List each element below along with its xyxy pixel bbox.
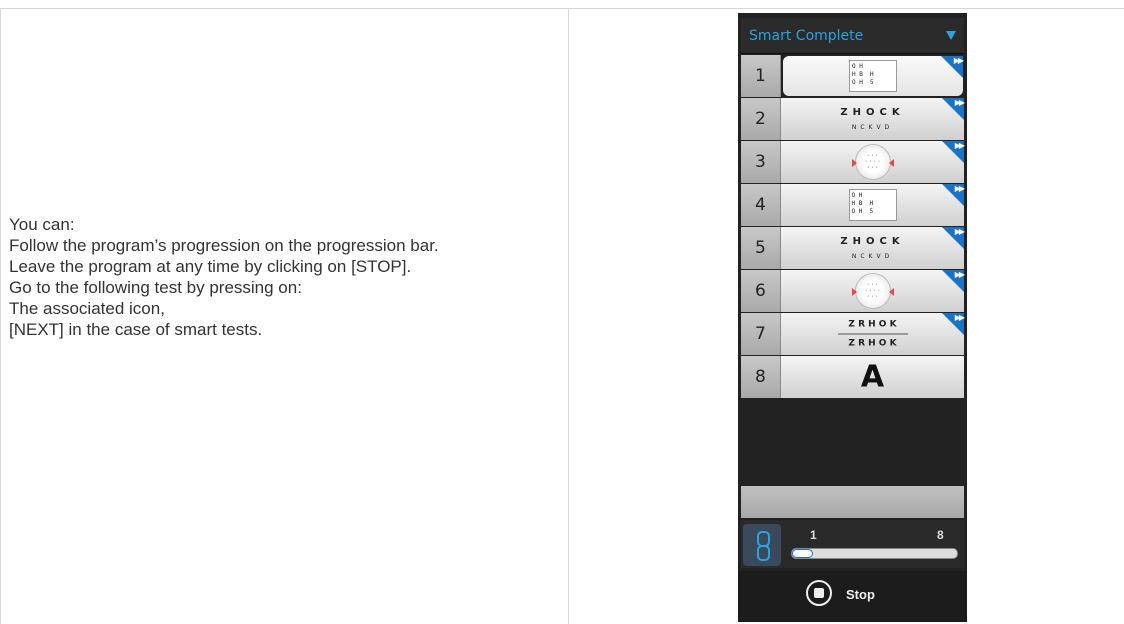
sub-list-item: The associated icon, — [9, 298, 559, 319]
sub-list-item: [NEXT] in the case of smart tests. — [9, 319, 559, 340]
test-number: 3 — [741, 141, 781, 183]
program-selector[interactable]: Smart Complete — [741, 18, 964, 54]
test-number: 8 — [741, 356, 781, 398]
test-button[interactable]: · · · · · · · · · · ▶▶ — [781, 141, 965, 183]
smart-corner-icon: ▶▶ — [942, 98, 965, 120]
progress-start: 1 — [810, 528, 817, 542]
smart-corner-icon: ▶▶ — [941, 56, 964, 78]
intro-text: You can: — [9, 215, 75, 234]
progress-fill — [792, 549, 813, 558]
program-name: Smart Complete — [749, 28, 864, 44]
test-button[interactable]: Z R H O K Z R H O K ▶▶ — [781, 313, 965, 355]
test-number: 5 — [741, 227, 781, 269]
test-button[interactable]: ZHOCK NCKVD ▶▶ — [781, 98, 965, 140]
test-list: 1 O HH B HO H 5 ▶▶ 2 ZHOCK NCKVD ▶▶ 3 · … — [741, 55, 965, 399]
test-row-6[interactable]: 6 · · · · · · · · · · ▶▶ — [741, 270, 965, 312]
test-number: 6 — [741, 270, 781, 312]
test-number: 7 — [741, 313, 781, 355]
letter-line-2: NCKVD — [851, 253, 894, 260]
smart-corner-icon: ▶▶ — [942, 270, 965, 292]
empty-slot — [741, 486, 964, 518]
smart-corner-icon: ▶▶ — [942, 184, 965, 206]
test-row-7[interactable]: 7 Z R H O K Z R H O K ▶▶ — [741, 313, 965, 355]
test-row-1[interactable]: 1 O HH B HO H 5 ▶▶ — [741, 55, 964, 97]
test-button[interactable]: ZHOCK NCKVD ▶▶ — [781, 227, 965, 269]
stop-bar: Stop — [738, 571, 967, 622]
sub-list: The associated icon, [NEXT] in the case … — [9, 298, 559, 340]
progression-bar: 1 8 — [741, 520, 964, 568]
test-button[interactable]: A — [781, 356, 964, 398]
test-button[interactable]: O HH B HO H 5 ▶▶ — [783, 56, 964, 96]
letter-line-1: ZHOCK — [840, 236, 905, 247]
letter-line-1: ZHOCK — [840, 107, 905, 118]
link-chain-icon[interactable] — [743, 524, 781, 566]
instructions-text: You can: Follow the program’s progressio… — [9, 214, 559, 340]
smart-corner-icon: ▶▶ — [942, 227, 965, 249]
stop-icon[interactable] — [806, 580, 832, 606]
duochrome-icon: Z R H O K Z R H O K — [837, 318, 908, 351]
test-button[interactable]: O HH B HO H 5 ▶▶ — [781, 184, 965, 226]
list-item: Follow the program’s progression on the … — [9, 235, 559, 256]
dropdown-arrow-icon[interactable] — [946, 31, 956, 40]
test-button[interactable]: · · · · · · · · · · ▶▶ — [781, 270, 965, 312]
test-row-8[interactable]: 8 A — [741, 356, 964, 398]
letter-line-icon: ZHOCK NCKVD — [840, 236, 904, 260]
option-list: Follow the program’s progression on the … — [9, 235, 559, 340]
test-number: 4 — [741, 184, 781, 226]
smart-corner-icon: ▶▶ — [942, 141, 965, 163]
list-item-label: Go to the following test by pressing on: — [9, 278, 302, 297]
test-row-4[interactable]: 4 O HH B HO H 5 ▶▶ — [741, 184, 965, 226]
chart-icon: O HH B HO H 5 — [848, 189, 897, 221]
fixation-icon: · · · · · · · · · · — [851, 144, 894, 180]
instructions-cell: You can: Follow the program’s progressio… — [0, 8, 568, 624]
list-item: Leave the program at any time by clickin… — [9, 256, 559, 277]
test-number: 1 — [741, 55, 781, 97]
test-row-5[interactable]: 5 ZHOCK NCKVD ▶▶ — [741, 227, 965, 269]
chart-icon: O HH B HO H 5 — [849, 60, 897, 92]
duochrome-line-2: Z R H O K — [848, 338, 897, 349]
letter-line-2: NCKVD — [851, 124, 894, 131]
list-item: Go to the following test by pressing on:… — [9, 277, 559, 340]
test-number: 2 — [741, 98, 781, 140]
progress-track — [791, 548, 958, 559]
test-row-3[interactable]: 3 · · · · · · · · · · ▶▶ — [741, 141, 965, 183]
letter-A-icon: A — [860, 359, 885, 395]
smart-corner-icon: ▶▶ — [942, 313, 965, 335]
progress-end: 8 — [937, 528, 944, 542]
stop-button[interactable]: Stop — [846, 587, 875, 602]
letter-line-icon: ZHOCK NCKVD — [840, 107, 904, 131]
test-row-2[interactable]: 2 ZHOCK NCKVD ▶▶ — [741, 98, 965, 140]
program-panel: Smart Complete 1 O HH B HO H 5 ▶▶ 2 ZHOC… — [738, 13, 967, 622]
duochrome-line-1: Z R H O K — [848, 319, 897, 330]
fixation-icon: · · · · · · · · · · — [851, 273, 894, 309]
